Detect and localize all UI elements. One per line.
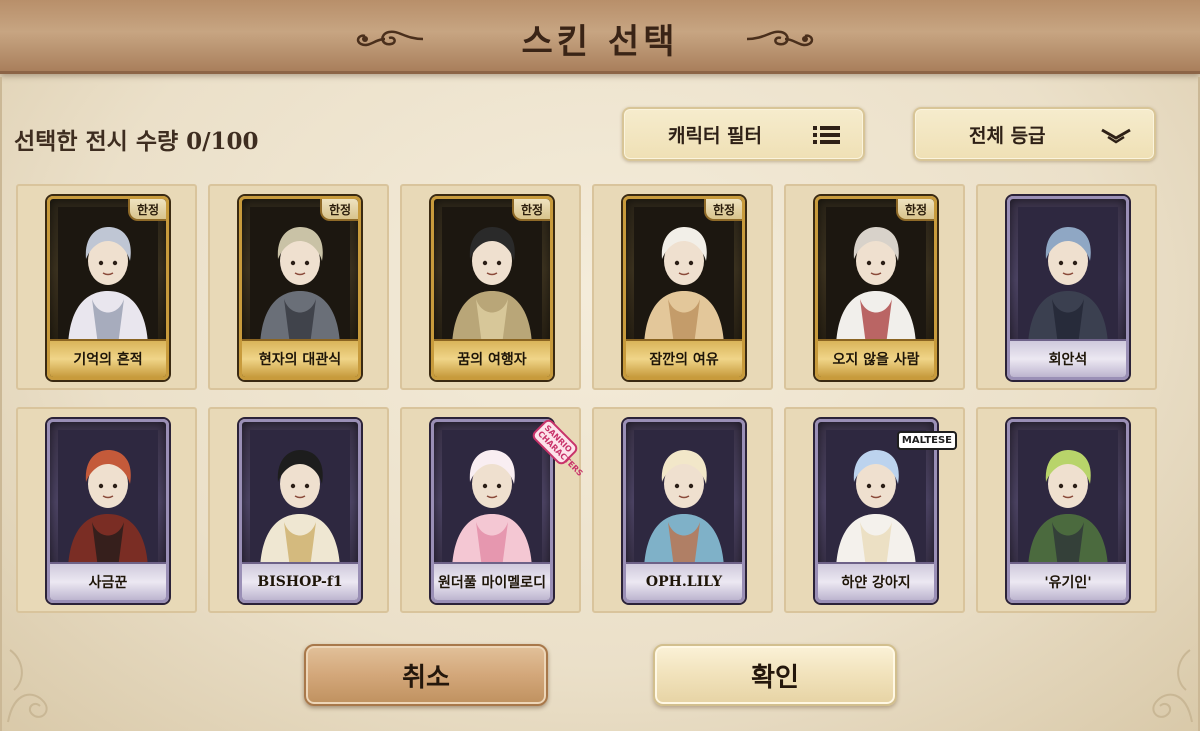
skin-card[interactable]: 현자의 대관식 한정 [239,196,361,380]
page-title: 스킨 선택 [521,22,679,62]
skin-card[interactable]: OPH.LILY [623,419,745,603]
limited-badge: 한정 [320,199,358,221]
skin-slot[interactable]: 현자의 대관식 한정 [208,184,389,390]
skin-card[interactable]: 잠깐의 여유 한정 [623,196,745,380]
skin-card[interactable]: BISHOP-f1 [239,419,361,603]
skin-card[interactable]: 원더풀 마이멜로디 [431,419,553,603]
corner-ornament-right-icon [1152,649,1193,723]
skin-portrait [634,430,734,568]
skin-card[interactable]: 회안석 [1007,196,1129,380]
skin-portrait [442,207,542,345]
skin-portrait [58,207,158,345]
limited-badge: 한정 [704,199,742,221]
limited-badge: 한정 [896,199,934,221]
skin-portrait [58,430,158,568]
skin-name: 잠깐의 여유 [626,339,742,377]
skin-portrait [250,207,350,345]
skin-name: 하얀 강아지 [818,562,934,600]
skin-slot[interactable]: OPH.LILY [592,407,773,613]
selected-count-label: 선택한 전시 수량 0/100 [14,128,259,155]
cancel-button[interactable]: 취소 [304,644,548,706]
limited-badge: 한정 [512,199,550,221]
corner-ornament-left-icon [7,649,48,723]
skin-card[interactable]: '유기인' [1007,419,1129,603]
skin-grid: 기억의 흔적 한정 현자의 대관식 한정 꿈의 여행자 한정 잠깐의 여유 한정 오지 않을 사… [16,184,1186,614]
skin-slot[interactable]: 원더풀 마이멜로디 SANRIO CHARACTERS [400,407,585,613]
skin-name: 회안석 [1010,339,1126,377]
character-filter-label: 캐릭터 필터 [668,124,763,147]
collab-sticker: MALTESE [896,431,957,450]
skin-slot[interactable]: '유기인' [976,407,1157,613]
character-filter-button[interactable]: 캐릭터 필터 [622,107,865,161]
skin-slot[interactable]: 오지 않을 사람 한정 [784,184,965,390]
skin-name: 원더풀 마이멜로디 [434,562,550,600]
skin-card[interactable]: 오지 않을 사람 한정 [815,196,937,380]
skin-slot[interactable]: BISHOP-f1 [208,407,389,613]
skin-select-screen: 스킨 선택 선택한 전시 수량 0/100 캐릭터 필터 전체 등급 기억의 흔… [0,0,1200,731]
flourish-right-icon [746,30,814,47]
list-icon [813,126,840,144]
grade-dropdown-label: 전체 등급 [969,124,1046,147]
skin-name: 오지 않을 사람 [818,339,934,377]
skin-name: 기억의 흔적 [50,339,166,377]
skin-portrait [250,430,350,568]
grade-dropdown[interactable]: 전체 등급 [913,107,1156,161]
skin-portrait [1018,430,1118,568]
skin-portrait [634,207,734,345]
skin-slot[interactable]: 잠깐의 여유 한정 [592,184,773,390]
skin-card[interactable]: 꿈의 여행자 한정 [431,196,553,380]
skin-card[interactable]: 사금꾼 [47,419,169,603]
skin-slot[interactable]: 꿈의 여행자 한정 [400,184,581,390]
skin-portrait [826,207,926,345]
chevron-down-icon [1101,128,1131,144]
skin-name: BISHOP-f1 [242,562,358,600]
skin-name: 꿈의 여행자 [434,339,550,377]
skin-slot[interactable]: 회안석 [976,184,1157,390]
skin-name: 현자의 대관식 [242,339,358,377]
skin-portrait [442,430,542,568]
skin-slot[interactable]: 하얀 강아지 MALTESE [784,407,965,613]
skin-slot[interactable]: 기억의 흔적 한정 [16,184,197,390]
limited-badge: 한정 [128,199,166,221]
skin-name: 사금꾼 [50,562,166,600]
skin-name: '유기인' [1010,562,1126,600]
skin-portrait [1018,207,1118,345]
skin-name: OPH.LILY [626,562,742,600]
skin-card[interactable]: 기억의 흔적 한정 [47,196,169,380]
skin-slot[interactable]: 사금꾼 [16,407,197,613]
skin-portrait [826,430,926,568]
header-bar: 스킨 선택 [0,0,1200,74]
confirm-button[interactable]: 확인 [653,644,897,706]
